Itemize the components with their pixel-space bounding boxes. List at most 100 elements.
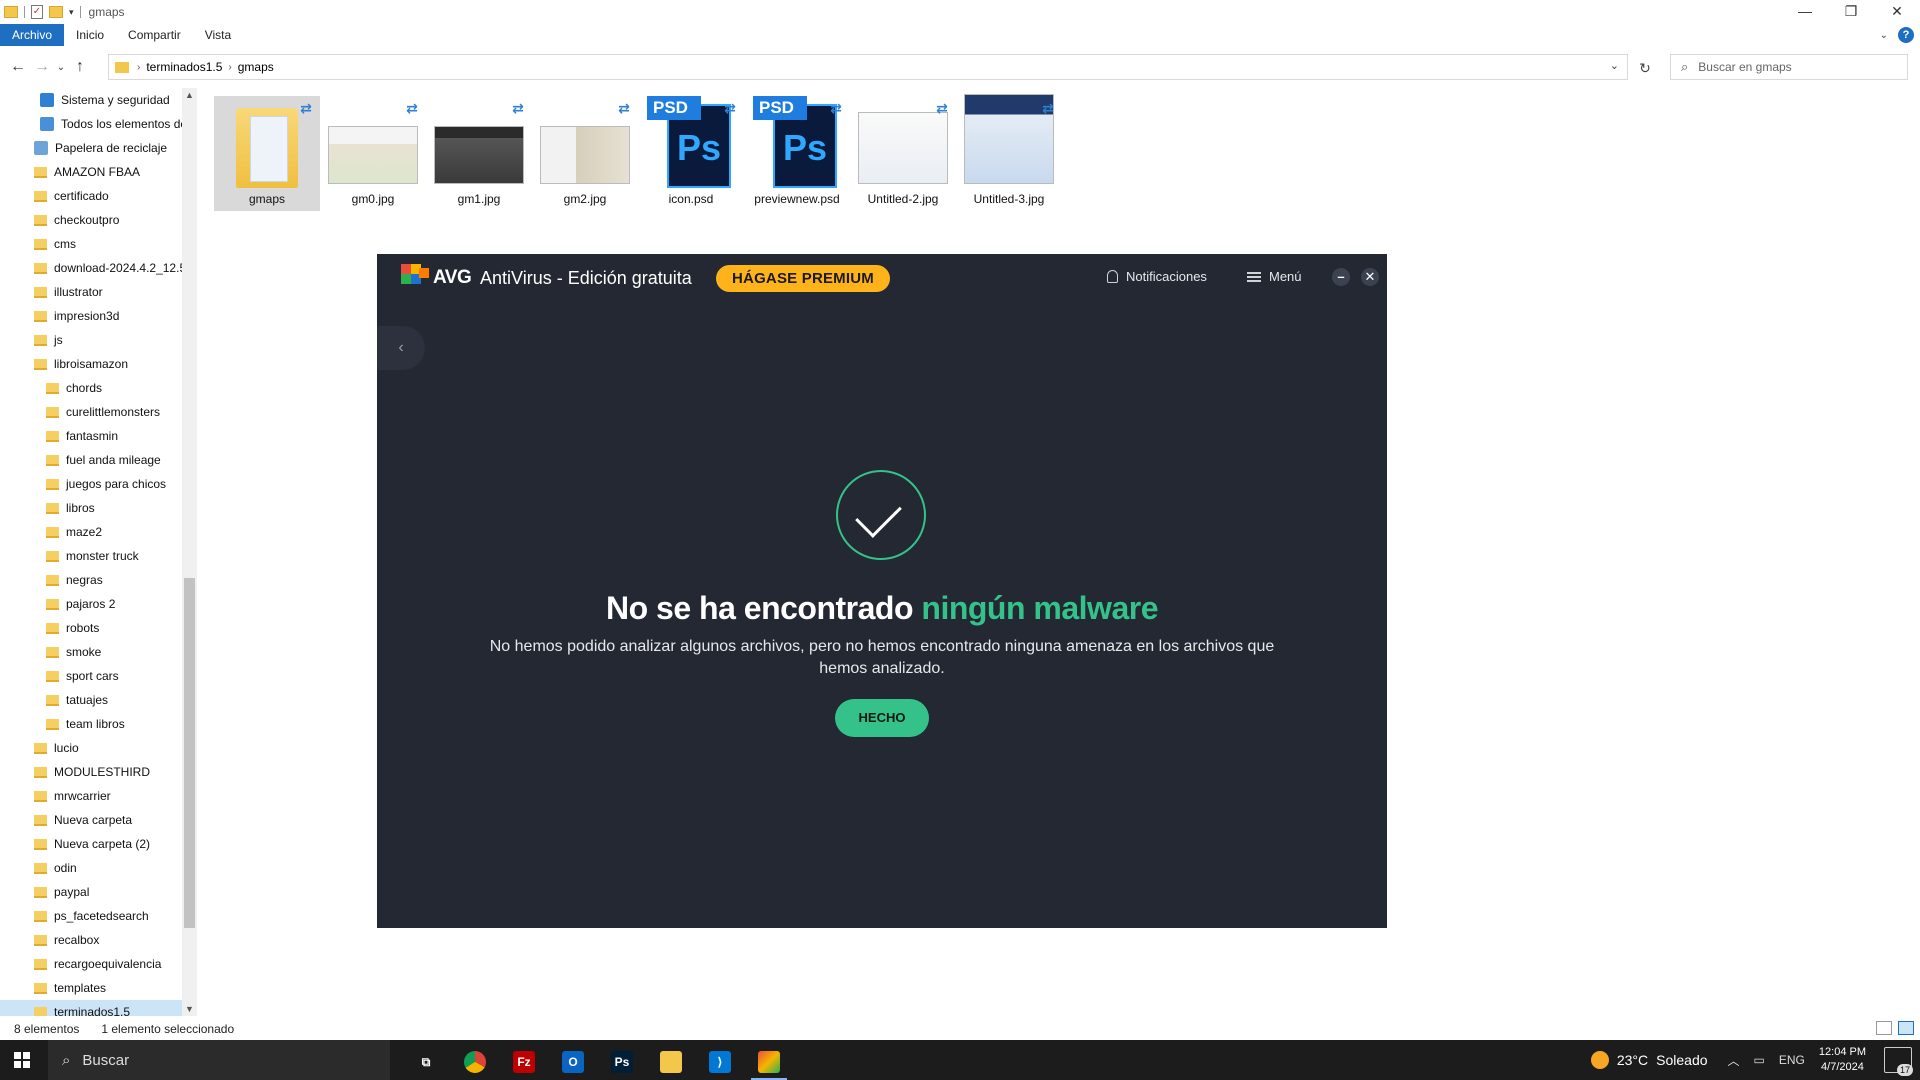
minimize-button[interactable]: — xyxy=(1782,0,1828,24)
clock[interactable]: 12:04 PM 4/7/2024 xyxy=(1819,1045,1866,1075)
show-hidden-icons-icon[interactable]: ︿ xyxy=(1728,1052,1740,1069)
nav-item[interactable]: chords xyxy=(0,376,182,400)
details-view-icon[interactable] xyxy=(1876,1021,1892,1035)
nav-item[interactable]: terminados1.5 xyxy=(0,1000,182,1016)
scroll-down-icon[interactable]: ▼ xyxy=(182,1004,197,1014)
nav-item[interactable]: curelittlemonsters xyxy=(0,400,182,424)
back-arrow-icon[interactable]: ← xyxy=(6,58,30,76)
taskbar-search[interactable]: ⌕ Buscar xyxy=(48,1040,390,1080)
breadcrumb-chevron-icon[interactable]: › xyxy=(137,62,140,73)
done-button[interactable]: HECHO xyxy=(835,699,929,737)
up-arrow-icon[interactable]: ↑ xyxy=(68,58,92,76)
forward-arrow-icon[interactable]: → xyxy=(30,58,54,76)
recent-locations-icon[interactable]: ⌄ xyxy=(54,62,68,73)
nav-item[interactable]: checkoutpro xyxy=(0,208,182,232)
nav-item[interactable]: impresion3d xyxy=(0,304,182,328)
nav-item[interactable]: lucio xyxy=(0,736,182,760)
nav-item[interactable]: illustrator xyxy=(0,280,182,304)
nav-item[interactable]: paypal xyxy=(0,880,182,904)
file-item[interactable]: ⇄ Untitled-3.jpg xyxy=(956,94,1062,211)
windows-start-icon[interactable] xyxy=(14,1052,30,1068)
nav-scrollbar[interactable]: ▲ ▼ xyxy=(182,88,197,1016)
ribbon-tab-archivo[interactable]: Archivo xyxy=(0,24,65,46)
taskbar-outlook-button[interactable]: O xyxy=(551,1044,595,1080)
nav-item[interactable]: Nueva carpeta xyxy=(0,808,182,832)
help-icon[interactable]: ? xyxy=(1898,27,1914,43)
nav-item[interactable]: Sistema y seguridad xyxy=(0,88,182,112)
ribbon-tab-vista[interactable]: Vista xyxy=(193,24,243,46)
address-dropdown-icon[interactable]: ⌄ xyxy=(1610,59,1619,72)
taskbar-filezilla-button[interactable]: Fz xyxy=(502,1044,546,1080)
nav-item[interactable]: recalbox xyxy=(0,928,182,952)
nav-item[interactable]: Papelera de reciclaje xyxy=(0,136,182,160)
taskbar-chrome-button[interactable] xyxy=(453,1044,497,1080)
nav-item[interactable]: js xyxy=(0,328,182,352)
taskbar-avg-button[interactable] xyxy=(747,1044,791,1080)
address-bar[interactable]: › terminados1.5 › gmaps ⌄ xyxy=(108,54,1628,80)
nav-item[interactable]: download-2024.4.2_12.5 xyxy=(0,256,182,280)
nav-item[interactable]: monster truck xyxy=(0,544,182,568)
nav-item[interactable]: libros xyxy=(0,496,182,520)
nav-item[interactable]: recargoequivalencia xyxy=(0,952,182,976)
maximize-button[interactable]: ❐ xyxy=(1828,0,1874,24)
taskbar-photoshop-button[interactable]: Ps xyxy=(600,1044,644,1080)
ribbon-tab-inicio[interactable]: Inicio xyxy=(64,24,116,46)
language-indicator[interactable]: ENG xyxy=(1779,1053,1805,1067)
nav-item[interactable]: smoke xyxy=(0,640,182,664)
refresh-icon[interactable]: ↻ xyxy=(1632,54,1658,80)
file-item[interactable]: Ps PSD ⇄ previewnew.psd xyxy=(744,96,850,211)
file-item[interactable]: ⇄ gm0.jpg xyxy=(320,96,426,211)
nav-item[interactable]: certificado xyxy=(0,184,182,208)
customize-toolbar-icon[interactable]: ▾ xyxy=(69,7,74,18)
avg-close-button[interactable]: ✕ xyxy=(1361,268,1379,286)
nav-item[interactable]: fuel anda mileage xyxy=(0,448,182,472)
go-premium-button[interactable]: HÁGASE PREMIUM xyxy=(716,265,890,292)
file-item[interactable]: ⇄ gmaps xyxy=(214,96,320,211)
nav-item[interactable]: libroisamazon xyxy=(0,352,182,376)
folder-icon[interactable] xyxy=(4,6,18,18)
scroll-up-icon[interactable]: ▲ xyxy=(182,90,197,100)
file-item[interactable]: ⇄ gm2.jpg xyxy=(532,96,638,211)
menu-button[interactable]: Menú xyxy=(1247,269,1302,284)
taskbar-file-explorer-button[interactable] xyxy=(649,1044,693,1080)
nav-item[interactable]: fantasmin xyxy=(0,424,182,448)
breadcrumb-item[interactable]: gmaps xyxy=(238,60,274,74)
breadcrumb-item[interactable]: terminados1.5 xyxy=(146,60,222,74)
nav-item[interactable]: Nueva carpeta (2) xyxy=(0,832,182,856)
close-button[interactable]: ✕ xyxy=(1874,0,1920,24)
nav-item[interactable]: cms xyxy=(0,232,182,256)
file-item[interactable]: Ps PSD ⇄ icon.psd xyxy=(638,96,744,211)
nav-item[interactable]: ps_facetedsearch xyxy=(0,904,182,928)
file-item[interactable]: ⇄ gm1.jpg xyxy=(426,96,532,211)
properties-icon[interactable]: ✓ xyxy=(31,5,43,19)
weather-widget[interactable]: 23°C Soleado xyxy=(1590,1051,1708,1069)
nav-item[interactable]: tatuajes xyxy=(0,688,182,712)
nav-item[interactable]: templates xyxy=(0,976,182,1000)
file-item[interactable]: ⇄ Untitled-2.jpg xyxy=(850,96,956,211)
nav-item[interactable]: maze2 xyxy=(0,520,182,544)
avg-minimize-button[interactable]: – xyxy=(1332,268,1350,286)
network-icon[interactable]: ▭ xyxy=(1754,1053,1765,1067)
taskbar-task-view-button[interactable]: ⧉ xyxy=(404,1044,448,1080)
breadcrumb-chevron-icon[interactable]: › xyxy=(228,62,231,73)
nav-item[interactable]: robots xyxy=(0,616,182,640)
expand-ribbon-icon[interactable]: ⌄ xyxy=(1880,30,1888,41)
nav-item[interactable]: Todos los elementos de xyxy=(0,112,182,136)
nav-item[interactable]: odin xyxy=(0,856,182,880)
new-folder-icon[interactable] xyxy=(49,6,63,18)
back-chevron-icon[interactable]: ‹ xyxy=(377,326,425,370)
notifications-button[interactable]: Notificaciones xyxy=(1107,269,1207,284)
nav-item[interactable]: sport cars xyxy=(0,664,182,688)
nav-item[interactable]: MODULESTHIRD xyxy=(0,760,182,784)
nav-item[interactable]: juegos para chicos xyxy=(0,472,182,496)
nav-item[interactable]: mrwcarrier xyxy=(0,784,182,808)
nav-item[interactable]: team libros xyxy=(0,712,182,736)
action-center-icon[interactable]: 17 xyxy=(1884,1047,1913,1076)
nav-item[interactable]: negras xyxy=(0,568,182,592)
taskbar-vscode-button[interactable]: ⟩ xyxy=(698,1044,742,1080)
scroll-thumb[interactable] xyxy=(184,578,195,928)
nav-item[interactable]: AMAZON FBAA xyxy=(0,160,182,184)
ribbon-tab-compartir[interactable]: Compartir xyxy=(116,24,193,46)
search-input[interactable]: ⌕ Buscar en gmaps xyxy=(1670,54,1908,80)
large-icons-view-icon[interactable] xyxy=(1898,1021,1914,1035)
